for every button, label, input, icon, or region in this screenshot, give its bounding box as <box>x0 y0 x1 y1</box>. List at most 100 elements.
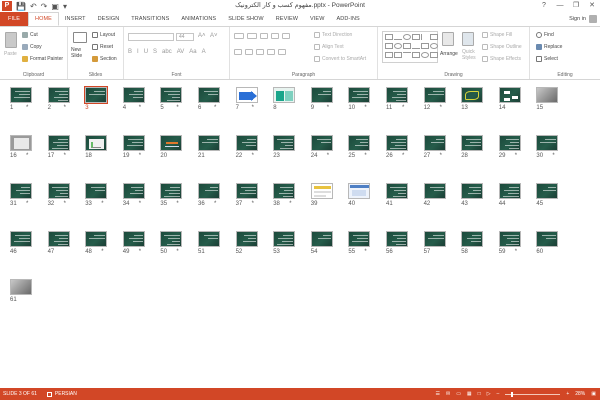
slide-thumbnail-20[interactable]: 20 <box>160 135 183 159</box>
slide-preview[interactable] <box>122 87 145 103</box>
font-format-button[interactable]: I <box>137 49 139 55</box>
transition-star-icon[interactable]: * <box>176 249 178 255</box>
shape-outline-button[interactable]: Shape Outline <box>482 44 522 50</box>
redo-icon[interactable]: ↷ <box>41 2 48 11</box>
slide-thumbnail-38[interactable]: 38 * <box>273 183 296 207</box>
new-slide-button[interactable]: New Slide <box>71 47 91 59</box>
tab-transitions[interactable]: TRANSITIONS <box>125 12 175 26</box>
save-icon[interactable]: 💾 <box>16 2 26 11</box>
slide-thumbnail-60[interactable]: 60 <box>536 231 559 255</box>
paste-button[interactable]: Paste <box>4 51 17 57</box>
replace-button[interactable]: Replace <box>536 44 562 50</box>
transition-star-icon[interactable]: * <box>289 201 291 207</box>
slide-thumbnail-14[interactable]: 14 <box>498 87 521 111</box>
help-icon[interactable]: ? <box>536 0 552 12</box>
slide-preview[interactable] <box>310 135 333 151</box>
format-painter-button[interactable]: Format Painter <box>22 56 63 62</box>
align-text-button[interactable]: Align Text <box>314 44 344 50</box>
transition-star-icon[interactable]: * <box>252 201 254 207</box>
paste-icon[interactable] <box>5 32 17 48</box>
slide-thumbnail-49[interactable]: 49 * <box>122 231 145 255</box>
tab-view[interactable]: VIEW <box>304 12 330 26</box>
convert-smartart-button[interactable]: Convert to SmartArt <box>314 56 366 62</box>
slide-thumbnail-33[interactable]: 33 * <box>85 183 108 207</box>
slide-thumbnail-48[interactable]: 48 * <box>85 231 108 255</box>
slide-preview[interactable] <box>423 87 446 103</box>
transition-star-icon[interactable]: * <box>515 249 517 255</box>
slide-preview[interactable] <box>10 279 32 295</box>
slide-preview[interactable] <box>235 135 258 151</box>
reset-button[interactable]: Reset <box>92 44 113 50</box>
slide-preview[interactable] <box>10 183 32 199</box>
slide-preview[interactable] <box>386 87 408 103</box>
font-size-field[interactable]: 44 <box>176 33 194 41</box>
customize-qat-icon[interactable]: ▾ <box>63 2 67 11</box>
decrease-indent-icon[interactable] <box>260 33 268 39</box>
shape-fill-button[interactable]: Shape Fill <box>482 32 512 38</box>
slide-preview[interactable] <box>10 87 32 103</box>
slide-preview[interactable] <box>47 183 70 199</box>
copy-button[interactable]: Copy <box>22 44 42 50</box>
slide-thumbnail-7[interactable]: 7 * <box>235 87 258 111</box>
slide-thumbnail-1[interactable]: 1 * <box>10 87 32 111</box>
slide-thumbnail-54[interactable]: 54 <box>310 231 333 255</box>
transition-star-icon[interactable]: * <box>26 105 28 111</box>
slide-thumbnail-57[interactable]: 57 <box>423 231 446 255</box>
slide-thumbnail-21[interactable]: 21 <box>198 135 220 159</box>
slide-preview[interactable] <box>273 183 296 199</box>
slide-thumbnail-40[interactable]: 40 <box>348 183 371 207</box>
arrange-button[interactable]: Arrange <box>440 51 458 57</box>
transition-star-icon[interactable]: * <box>252 105 254 111</box>
slide-preview[interactable] <box>423 183 446 199</box>
numbering-icon[interactable] <box>247 33 257 39</box>
slide-preview[interactable] <box>536 135 559 151</box>
transition-star-icon[interactable]: * <box>440 105 442 111</box>
slide-preview[interactable] <box>310 231 333 247</box>
shrink-font-icon[interactable]: A˅ <box>210 33 218 39</box>
language-indicator[interactable]: PERSIAN <box>46 391 77 397</box>
slide-thumbnail-23[interactable]: 23 <box>273 135 296 159</box>
avatar[interactable] <box>589 15 597 23</box>
slide-thumbnail-3[interactable]: 3 <box>83 85 109 111</box>
slide-thumbnail-2[interactable]: 2 * <box>47 87 70 111</box>
slide-preview[interactable] <box>273 87 296 103</box>
slide-thumbnail-26[interactable]: 26 * <box>386 135 408 159</box>
slide-thumbnail-12[interactable]: 12 * <box>423 87 446 111</box>
transition-star-icon[interactable]: * <box>214 201 216 207</box>
slide-preview[interactable] <box>348 183 371 199</box>
font-format-button[interactable]: abc <box>162 49 172 55</box>
slide-thumbnail-32[interactable]: 32 * <box>47 183 70 207</box>
slide-sorter-view-icon[interactable]: ▦ <box>467 391 472 397</box>
slide-preview[interactable] <box>160 231 183 247</box>
zoom-level[interactable]: 28% <box>575 391 585 397</box>
slide-thumbnail-53[interactable]: 53 <box>273 231 296 255</box>
transition-star-icon[interactable]: * <box>176 105 178 111</box>
slide-thumbnail-50[interactable]: 50 * <box>160 231 183 255</box>
slide-preview[interactable] <box>348 87 371 103</box>
transition-star-icon[interactable]: * <box>327 105 329 111</box>
slide-thumbnail-39[interactable]: 39 <box>310 183 333 207</box>
increase-indent-icon[interactable] <box>271 33 279 39</box>
slide-thumbnail-18[interactable]: 18 <box>85 135 108 159</box>
tab-review[interactable]: REVIEW <box>270 12 304 26</box>
transition-star-icon[interactable]: * <box>26 153 28 159</box>
transition-star-icon[interactable]: * <box>552 153 554 159</box>
slide-preview[interactable] <box>498 135 521 151</box>
font-format-button[interactable]: Aa <box>189 49 196 55</box>
transition-star-icon[interactable]: * <box>214 105 216 111</box>
transition-star-icon[interactable]: * <box>64 153 66 159</box>
transition-star-icon[interactable]: * <box>364 249 366 255</box>
select-button[interactable]: Select <box>536 56 558 62</box>
transition-star-icon[interactable]: * <box>440 153 442 159</box>
slide-preview[interactable] <box>235 231 258 247</box>
transition-star-icon[interactable]: * <box>139 105 141 111</box>
zoom-slider-thumb[interactable] <box>510 391 513 397</box>
slide-thumbnail-56[interactable]: 56 <box>386 231 408 255</box>
text-direction-button[interactable]: Text Direction <box>314 32 352 38</box>
slide-thumbnail-5[interactable]: 5 * <box>160 87 183 111</box>
slide-preview[interactable] <box>348 135 371 151</box>
slide-preview[interactable] <box>423 135 446 151</box>
tab-animations[interactable]: ANIMATIONS <box>175 12 222 26</box>
justify-icon[interactable] <box>267 49 275 55</box>
slide-thumbnail-42[interactable]: 42 <box>423 183 446 207</box>
